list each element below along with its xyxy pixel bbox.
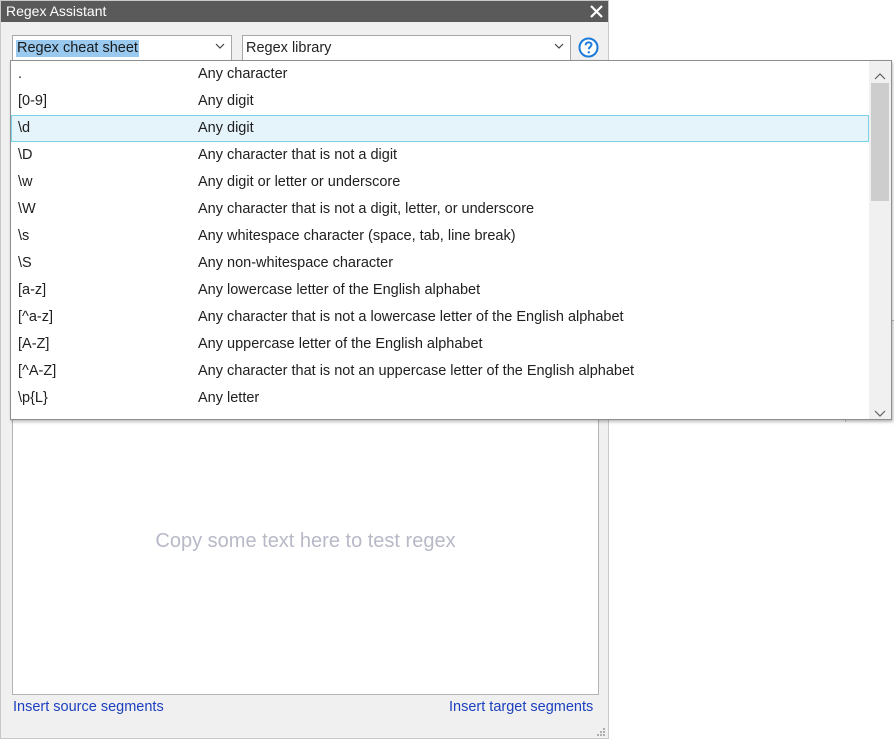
list-item[interactable]: \d Any digit xyxy=(11,115,869,142)
title-bar: Regex Assistant xyxy=(1,1,608,22)
list-item[interactable]: [A-Z] Any uppercase letter of the English… xyxy=(11,331,869,358)
window-title: Regex Assistant xyxy=(6,3,107,19)
regex-description: Any character that is not a digit xyxy=(198,147,398,163)
regex-description: Any lowercase letter of the English alph… xyxy=(198,282,481,298)
list-item[interactable]: \D Any character that is not a digit xyxy=(11,142,869,169)
regex-description: Any non-whitespace character xyxy=(198,255,394,271)
regex-description: Any character that is not a digit, lette… xyxy=(198,201,535,217)
resize-grip-icon[interactable] xyxy=(592,725,606,737)
chevron-down-icon[interactable] xyxy=(874,405,886,417)
regex-library-dropdown-value: Regex library xyxy=(246,40,332,56)
regex-pattern: \S xyxy=(18,255,32,271)
list-item[interactable]: \w Any digit or letter or underscore xyxy=(11,169,869,196)
regex-pattern: \p{L} xyxy=(18,390,48,406)
insert-target-segments-link[interactable]: Insert target segments xyxy=(449,699,593,715)
regex-description: Any character that is not an uppercase l… xyxy=(198,363,635,379)
close-icon xyxy=(590,5,603,18)
regex-pattern: \W xyxy=(18,201,36,217)
regex-pattern: [^a-z] xyxy=(18,309,54,325)
regex-description: Any whitespace character (space, tab, li… xyxy=(198,228,516,244)
regex-description: Any digit xyxy=(198,93,254,109)
regex-description: Any digit xyxy=(198,120,254,136)
regex-library-dropdown[interactable]: Regex library xyxy=(242,35,571,61)
list-item[interactable]: [a-z] Any lowercase letter of the English… xyxy=(11,277,869,304)
regex-pattern: \w xyxy=(18,174,33,190)
cheat-sheet-dropdown[interactable]: Regex cheat sheet xyxy=(12,35,232,61)
list-item[interactable]: [0-9] Any digit xyxy=(11,88,869,115)
regex-description: Any character that is not a lowercase le… xyxy=(198,309,624,325)
regex-description: Any digit or letter or underscore xyxy=(198,174,401,190)
cheat-sheet-dropdown-value: Regex cheat sheet xyxy=(16,40,139,57)
list-item[interactable]: . Any character xyxy=(11,61,869,88)
chevron-down-icon xyxy=(215,41,225,51)
close-button[interactable] xyxy=(588,3,605,20)
regex-pattern: [A-Z] xyxy=(18,336,50,352)
regex-pattern: [^A-Z] xyxy=(18,363,57,379)
regex-description: Any character xyxy=(198,66,288,82)
chevron-down-icon xyxy=(554,41,564,51)
list-item[interactable]: \W Any character that is not a digit, let… xyxy=(11,196,869,223)
chevron-up-icon[interactable] xyxy=(874,67,886,80)
regex-description: Any uppercase letter of the English alph… xyxy=(198,336,483,352)
list-item[interactable]: [^A-Z] Any character that is not an upper… xyxy=(11,358,869,385)
regex-pattern: [0-9] xyxy=(18,93,48,109)
regex-pattern: \d xyxy=(18,120,31,136)
regex-pattern: . xyxy=(18,66,23,82)
help-icon[interactable] xyxy=(578,37,599,58)
regex-pattern: \s xyxy=(18,228,30,244)
list-item[interactable]: [^a-z] Any character that is not a lowerc… xyxy=(11,304,869,331)
regex-description: Any letter xyxy=(198,390,260,406)
list-item[interactable]: \S Any non-whitespace character xyxy=(11,250,869,277)
cheat-sheet-list: . Any character [0-9] Any digit \d Any digit \… xyxy=(10,60,892,420)
scrollbar-thumb[interactable] xyxy=(871,83,889,201)
list-item[interactable]: \s Any whitespace character (space, tab, … xyxy=(11,223,869,250)
regex-pattern: [a-z] xyxy=(18,282,47,298)
test-area-placeholder: Copy some text here to test regex xyxy=(155,530,456,552)
list-item[interactable]: \p{L} Any letter xyxy=(11,385,869,412)
list-scrollbar[interactable] xyxy=(869,61,891,419)
insert-source-segments-link[interactable]: Insert source segments xyxy=(13,699,164,715)
regex-pattern: \D xyxy=(18,147,33,163)
